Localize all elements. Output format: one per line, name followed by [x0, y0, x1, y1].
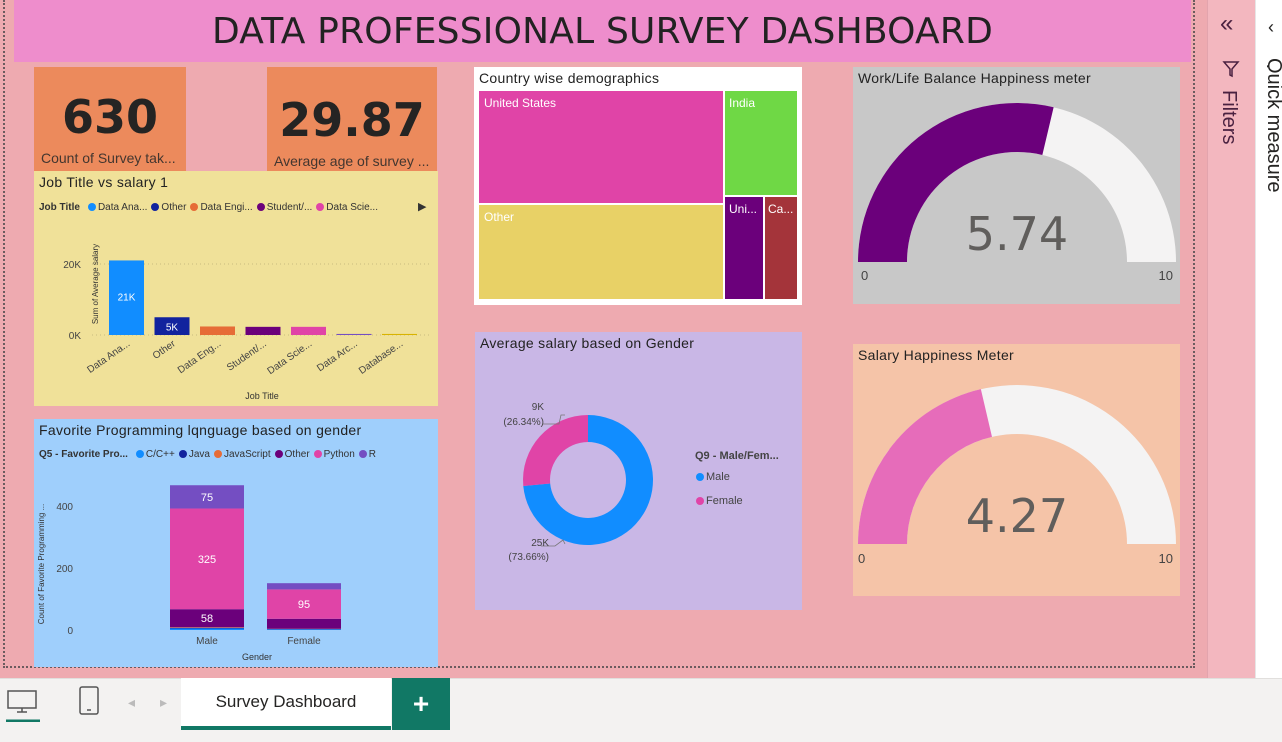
job-salary-xlabel: Job Title [245, 391, 279, 401]
language-ytick-200: 200 [56, 564, 73, 575]
language-x-tick: Female [287, 636, 321, 647]
legend-item-male[interactable]: Male [696, 471, 730, 483]
salary-gauge-min: 0 [858, 551, 865, 566]
legend-dot-icon [696, 473, 704, 482]
language-stack-segment[interactable] [267, 618, 341, 629]
job-salary-bar[interactable] [336, 333, 372, 335]
kpi-survey-count-card[interactable]: 630 Count of Survey tak... [34, 67, 186, 171]
filter-funnel-icon [1222, 61, 1240, 78]
language-stack-segment[interactable] [170, 627, 244, 628]
job-salary-x-tick: Data Arc... [315, 338, 360, 374]
job-salary-chart-visual[interactable]: Job Title vs salary 1 Job Title Data Ana… [34, 171, 438, 406]
legend-label: Male [706, 471, 730, 483]
quick-measure-label[interactable]: Quick measure [1267, 58, 1282, 238]
job-salary-bar[interactable] [245, 326, 281, 335]
language-stack-segment[interactable] [267, 629, 341, 630]
tab-survey-dashboard[interactable]: Survey Dashboard [181, 678, 391, 730]
country-treemap-visual[interactable]: Country wise demographics United States … [474, 67, 802, 305]
treemap-title: Country wise demographics [479, 70, 660, 86]
dashboard-title: DATA PROFESSIONAL SURVEY DASHBOARD [211, 10, 994, 52]
treemap-tile-label: Uni... [729, 202, 758, 216]
legend-label: Female [706, 495, 743, 507]
language-stack-segment[interactable] [170, 628, 244, 630]
language-xlabel: Gender [242, 652, 272, 662]
language-stack-segment[interactable] [170, 627, 244, 629]
language-ytick-400: 400 [56, 502, 73, 513]
donut-label-male-pct: (73.66%) [508, 552, 549, 563]
job-salary-bar[interactable] [200, 326, 235, 335]
language-chart-visual[interactable]: Favorite Programming lqnguage based on g… [34, 419, 438, 667]
job-salary-x-tick: Data Scie... [266, 338, 315, 377]
language-data-label: 58 [201, 613, 213, 625]
language-data-label: 95 [298, 599, 310, 611]
job-salary-plot: Sum of Average salary 20K 0K 21K Data Ana… [63, 244, 430, 401]
treemap-tile-label: Other [484, 210, 515, 224]
job-salary-bar[interactable] [382, 333, 417, 335]
gender-salary-donut-visual[interactable]: Average salary based on Gender 9K (26.34… [475, 332, 802, 610]
donut-plot: 9K (26.34%) 25K (73.66%) [503, 402, 653, 563]
filters-pane[interactable]: « Filters [1207, 0, 1255, 678]
legend-item-female[interactable]: Female [696, 495, 743, 507]
donut-legend-title: Q9 - Male/Fem... [695, 450, 779, 462]
language-data-label: 75 [201, 492, 213, 504]
work-life-gauge-visual[interactable]: Work/Life Balance Happiness meter 5.74 0… [853, 67, 1180, 304]
language-stack-segment[interactable] [267, 583, 341, 590]
job-salary-x-tick: Data Eng... [176, 338, 223, 376]
work-life-gauge-plot: 5.74 0 10 [858, 102, 1176, 283]
language-x-tick: Male [196, 636, 218, 647]
kpi-average-age-value: 29.87 [279, 93, 425, 147]
job-salary-bar[interactable] [291, 326, 326, 335]
donut-label-female-value: 9K [532, 402, 545, 413]
kpi-average-age-card[interactable]: 29.87 Average age of survey ... [267, 67, 437, 171]
salary-gauge-value: 4.27 [966, 489, 1068, 543]
work-life-gauge-max: 10 [1159, 268, 1173, 283]
scroll-left-icon[interactable]: ◂ [128, 694, 135, 711]
treemap-tile-label: Ca... [768, 202, 794, 216]
language-plot: Count of Favorite Programming ... 400 20… [37, 485, 341, 662]
treemap-tile-india[interactable]: India [725, 91, 797, 195]
donut-label-female-pct: (26.34%) [503, 417, 544, 428]
language-ylabel: Count of Favorite Programming ... [37, 504, 46, 625]
treemap-tile-united-states[interactable]: United States [479, 91, 723, 203]
work-life-gauge-value: 5.74 [966, 207, 1068, 261]
work-life-gauge-min: 0 [861, 268, 868, 283]
job-salary-data-label: 5K [166, 322, 179, 333]
scroll-right-icon[interactable]: ▸ [160, 694, 167, 711]
job-salary-ylabel: Sum of Average salary [91, 244, 100, 324]
donut-label-male-value: 25K [531, 538, 549, 549]
salary-gauge-visual[interactable]: Salary Happiness Meter 4.27 0 10 [853, 344, 1180, 596]
kpi-average-age-label: Average age of survey ... [274, 153, 430, 169]
desktop-layout-icon[interactable] [6, 688, 40, 723]
job-salary-x-tick: Data Ana... [85, 338, 132, 375]
treemap-tile-label: India [729, 96, 756, 110]
legend-dot-icon [696, 497, 704, 506]
treemap-tile-label: United States [484, 96, 557, 110]
expand-chevron-icon[interactable]: ‹ [1268, 18, 1274, 36]
job-salary-data-label: 21K [118, 292, 136, 303]
filters-label[interactable]: Filters [1217, 90, 1240, 144]
job-salary-ytick-20k: 20K [63, 260, 81, 271]
collapse-double-chevron-icon[interactable]: « [1220, 12, 1233, 36]
kpi-survey-count-value: 630 [61, 90, 159, 144]
mobile-layout-icon[interactable] [78, 686, 100, 721]
salary-gauge-plot: 4.27 0 10 [858, 385, 1176, 566]
job-salary-x-tick: Other [151, 338, 178, 362]
salary-gauge-max: 10 [1159, 551, 1173, 566]
dashboard-title-bar[interactable]: DATA PROFESSIONAL SURVEY DASHBOARD [14, 0, 1191, 62]
job-salary-x-tick: Database... [357, 338, 405, 376]
job-salary-ytick-0k: 0K [69, 331, 82, 342]
add-page-button[interactable]: + [392, 678, 450, 730]
quick-measure-pane[interactable]: ‹ Quick measure [1255, 0, 1282, 678]
treemap-tile-united-kingdom[interactable]: Uni... [725, 197, 763, 299]
language-data-label: 325 [198, 554, 216, 566]
kpi-survey-count-label: Count of Survey tak... [41, 150, 176, 166]
treemap-tile-other[interactable]: Other [479, 205, 723, 299]
language-ytick-0: 0 [67, 626, 73, 637]
treemap-tile-canada[interactable]: Ca... [765, 197, 797, 299]
job-salary-x-tick: Student/... [225, 338, 269, 373]
